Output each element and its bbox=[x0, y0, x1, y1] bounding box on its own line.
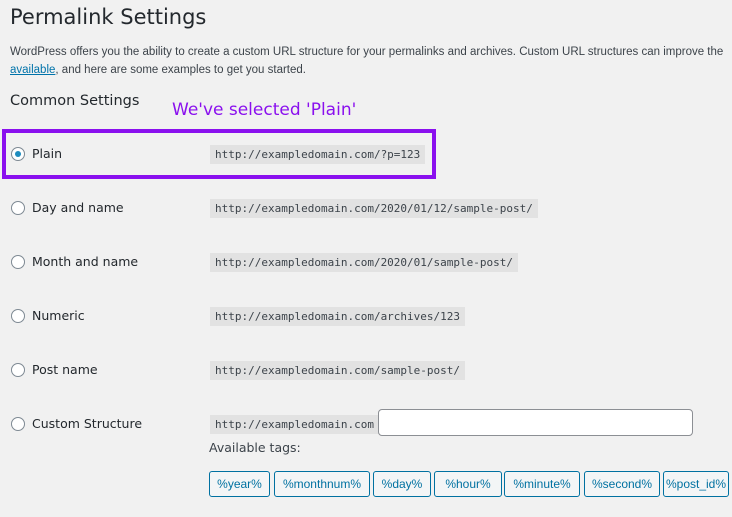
tag-button[interactable]: %second% bbox=[584, 471, 660, 497]
custom-structure-input[interactable] bbox=[378, 409, 693, 436]
tag-button[interactable]: %year% bbox=[209, 471, 270, 497]
tag-button[interactable]: %monthnum% bbox=[274, 471, 370, 497]
radio-numeric[interactable] bbox=[11, 309, 25, 323]
radio-post-name[interactable] bbox=[11, 363, 25, 377]
radio-plain[interactable] bbox=[11, 147, 25, 161]
example-url: http://exampledomain.com/?p=123 bbox=[210, 145, 426, 164]
description-line-2: available, and here are some examples to… bbox=[10, 64, 306, 76]
option-label: Day and name bbox=[32, 200, 124, 215]
example-url: http://exampledomain.com/sample-post/ bbox=[210, 361, 466, 380]
available-tags-label: Available tags: bbox=[209, 440, 301, 455]
radio-custom-structure[interactable] bbox=[11, 417, 25, 431]
radio-day-and-name[interactable] bbox=[11, 201, 25, 215]
description-text: , and here are some examples to get you … bbox=[55, 64, 306, 76]
option-label: Plain bbox=[32, 146, 63, 161]
option-label: Numeric bbox=[32, 308, 85, 323]
tag-button[interactable]: %day% bbox=[373, 471, 431, 497]
annotation-text: We've selected 'Plain' bbox=[172, 100, 357, 120]
tag-button[interactable]: %hour% bbox=[434, 471, 502, 497]
example-url: http://exampledomain.com/archives/123 bbox=[210, 307, 466, 326]
example-url: http://exampledomain.com/2020/01/sample-… bbox=[210, 253, 519, 272]
example-url: http://exampledomain.com/2020/01/12/samp… bbox=[210, 199, 538, 218]
available-link[interactable]: available bbox=[10, 64, 55, 76]
tag-button[interactable]: %minute% bbox=[504, 471, 580, 497]
tag-button[interactable]: %post_id% bbox=[663, 471, 729, 497]
radio-month-and-name[interactable] bbox=[11, 255, 25, 269]
option-label: Custom Structure bbox=[32, 416, 143, 431]
option-label: Post name bbox=[32, 362, 98, 377]
page-title: Permalink Settings bbox=[10, 5, 207, 29]
section-title: Common Settings bbox=[10, 93, 140, 109]
option-label: Month and name bbox=[32, 254, 139, 269]
example-url: http://exampledomain.com bbox=[210, 415, 379, 434]
description-line-1: WordPress offers you the ability to crea… bbox=[10, 46, 724, 58]
